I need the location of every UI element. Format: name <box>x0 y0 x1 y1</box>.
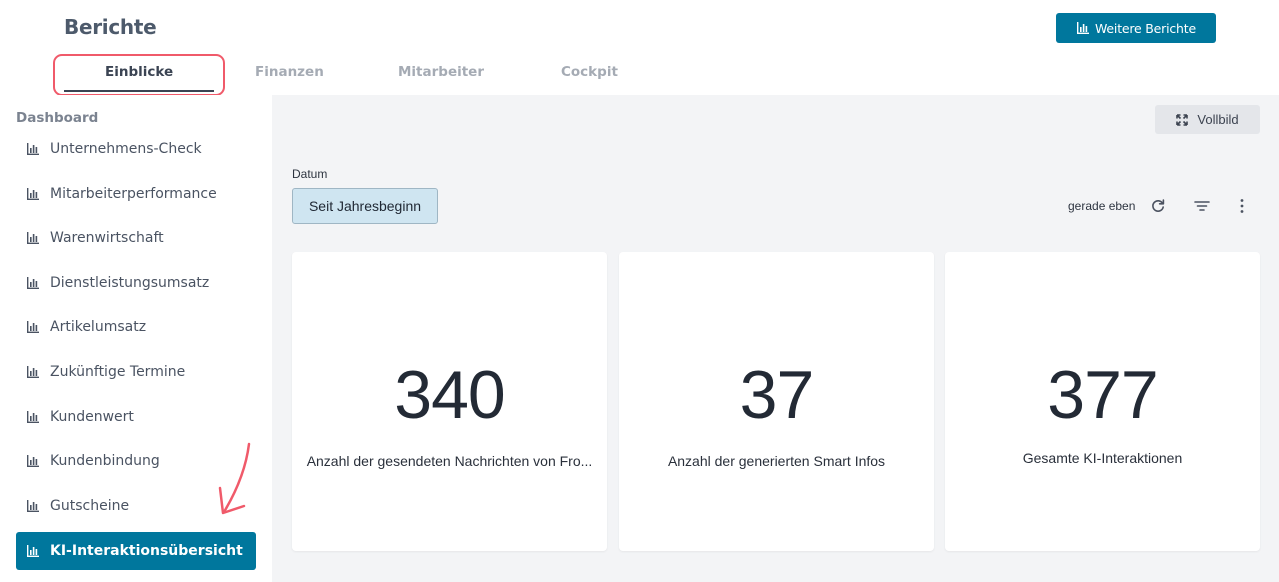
filter-icon <box>1194 201 1210 211</box>
metric-card-smart-infos: 37 Anzahl der generierten Smart Infos <box>619 252 934 551</box>
main-content: Vollbild Datum Seit Jahresbeginn gerade … <box>272 95 1279 582</box>
sidebar-item-label: Kundenwert <box>50 409 134 425</box>
annotation-arrow-icon <box>218 442 251 515</box>
bar-chart-icon <box>27 545 39 557</box>
bar-chart-icon <box>27 188 39 200</box>
bar-chart-icon <box>27 500 39 512</box>
bar-chart-icon <box>27 232 39 244</box>
metric-value: 340 <box>394 357 505 433</box>
tab-cockpit[interactable]: Cockpit <box>561 64 618 80</box>
sidebar-item-mitarbeiterperformance[interactable]: Mitarbeiterperformance <box>16 175 256 213</box>
sidebar-item-label: Mitarbeiterperformance <box>50 186 217 202</box>
sidebar-item-ki-interaktionsübersicht[interactable]: KI-Interaktionsübersicht <box>16 532 256 570</box>
bar-chart-icon <box>27 455 39 467</box>
sidebar-item-label: KI-Interaktionsübersicht <box>50 543 243 559</box>
sidebar-item-zukünftige-termine[interactable]: Zukünftige Termine <box>16 353 256 391</box>
refresh-icon <box>1152 199 1165 212</box>
sidebar-item-kundenwert[interactable]: Kundenwert <box>16 398 256 436</box>
date-filter-label: Datum <box>292 167 328 181</box>
refresh-button[interactable] <box>1148 196 1168 216</box>
sidebar-item-label: Dienstleistungsumsatz <box>50 275 210 291</box>
sidebar-item-label: Unternehmens-Check <box>50 141 202 157</box>
sidebar-heading: Dashboard <box>16 110 99 126</box>
kebab-menu-icon <box>1240 199 1244 213</box>
metric-value: 377 <box>1047 357 1158 433</box>
sidebar-item-warenwirtschaft[interactable]: Warenwirtschaft <box>16 219 256 257</box>
sidebar-item-label: Kundenbindung <box>50 453 160 469</box>
metric-label: Anzahl der generierten Smart Infos <box>667 453 886 469</box>
bar-chart-icon <box>1077 22 1089 34</box>
sidebar-item-dienstleistungsumsatz[interactable]: Dienstleistungsumsatz <box>16 264 256 302</box>
annotation-highlight-box <box>53 54 225 96</box>
sidebar-item-label: Warenwirtschaft <box>50 230 164 246</box>
metric-value: 37 <box>739 357 815 433</box>
tab-mitarbeiter[interactable]: Mitarbeiter <box>398 64 484 80</box>
fullscreen-button[interactable]: Vollbild <box>1155 105 1260 134</box>
metric-label: Anzahl der gesendeten Nachrichten von Fr… <box>306 453 593 469</box>
more-reports-button[interactable]: Weitere Berichte <box>1056 13 1216 43</box>
sidebar-item-label: Artikelumsatz <box>50 319 147 335</box>
expand-icon <box>1176 113 1189 126</box>
bar-chart-icon <box>27 321 39 333</box>
tab-finanzen[interactable]: Finanzen <box>255 64 324 80</box>
metric-label: Gesamte KI-Interaktionen <box>1022 450 1183 466</box>
metric-card-total-interactions: 377 Gesamte KI-Interaktionen <box>945 252 1260 551</box>
bar-chart-icon <box>27 277 39 289</box>
sidebar-item-artikelumsatz[interactable]: Artikelumsatz <box>16 308 256 346</box>
date-filter-button[interactable]: Seit Jahresbeginn <box>292 188 438 224</box>
bar-chart-icon <box>27 143 39 155</box>
sidebar-item-label: Zukünftige Termine <box>50 364 186 380</box>
more-options-button[interactable] <box>1232 196 1252 216</box>
filter-button[interactable] <box>1192 196 1212 216</box>
fullscreen-label: Vollbild <box>1197 112 1239 127</box>
bar-chart-icon <box>27 366 39 378</box>
sidebar-item-label: Gutscheine <box>50 498 130 514</box>
header: Berichte Weitere Berichte Einblicke Fina… <box>0 0 1279 96</box>
metric-card-messages: 340 Anzahl der gesendeten Nachrichten vo… <box>292 252 607 551</box>
sidebar-item-unternehmens-check[interactable]: Unternehmens-Check <box>16 130 256 168</box>
more-reports-label: Weitere Berichte <box>1095 20 1196 36</box>
last-updated-text: gerade eben <box>1068 199 1136 213</box>
page-title: Berichte <box>64 15 157 39</box>
bar-chart-icon <box>27 411 39 423</box>
